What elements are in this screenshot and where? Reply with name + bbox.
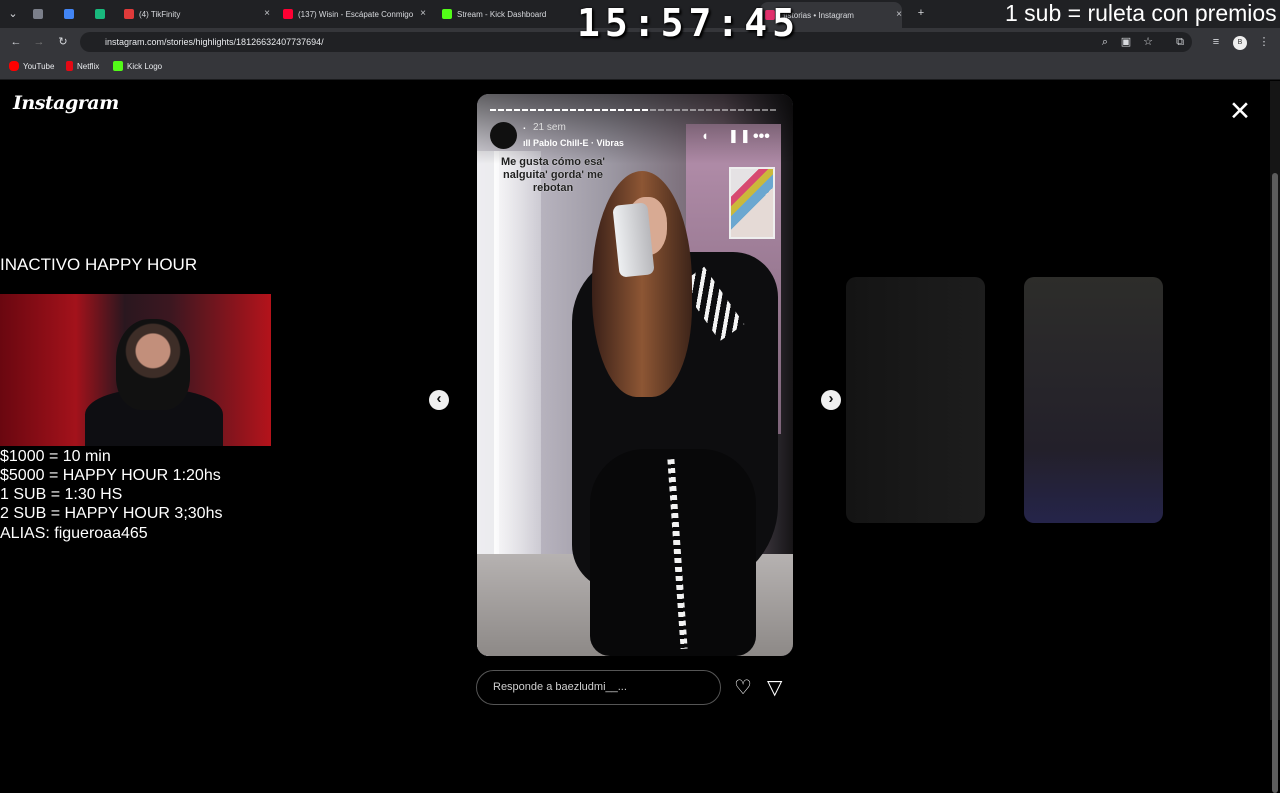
instagram-story-viewer[interactable]: . 21 sem ıll Pablo Chill-E · Vibras ◖ ❚❚… xyxy=(477,94,793,656)
tab-favicon xyxy=(283,9,293,19)
address-text: instagram.com/stories/highlights/1812663… xyxy=(105,37,324,47)
close-tab-icon[interactable]: × xyxy=(420,8,426,19)
happy-hour-status: INACTIVO HAPPY HOUR xyxy=(0,255,198,274)
story-phone xyxy=(612,202,655,278)
volume-icon[interactable]: ◖ xyxy=(701,128,709,143)
tab-2[interactable] xyxy=(64,4,84,24)
bookmarks-bar xyxy=(0,56,1280,80)
avatar[interactable] xyxy=(490,122,517,149)
install-app-icon[interactable]: ▣ xyxy=(1119,35,1133,49)
netflix-icon xyxy=(66,61,73,71)
tab-label: (4) TikFinity xyxy=(139,9,181,19)
streamer-webcam xyxy=(0,294,271,446)
music-track: Pablo Chill-E · Vibras xyxy=(533,138,624,148)
bookmark-star-icon[interactable]: ☆ xyxy=(1141,35,1155,49)
tab-favicon xyxy=(124,9,134,19)
streamer-face xyxy=(116,319,190,410)
story-reply-input[interactable]: Responde a baezludmi__... xyxy=(476,670,721,705)
donation-rule: 1 SUB = 1:30 HS xyxy=(0,486,123,503)
kick-icon xyxy=(113,61,123,71)
reload-icon[interactable]: ↻ xyxy=(55,35,71,49)
next-story-preview[interactable] xyxy=(846,277,985,523)
close-tab-icon[interactable]: × xyxy=(896,9,902,20)
tab-label: Stream - Kick Dashboard xyxy=(457,9,547,19)
page-scrollbar[interactable] xyxy=(1270,81,1280,793)
youtube-icon xyxy=(9,61,19,71)
tab-favicon xyxy=(442,9,452,19)
story-age: 21 sem xyxy=(533,122,566,133)
scrollbar-thumb[interactable] xyxy=(1272,173,1278,793)
bookmark-label: YouTube xyxy=(23,61,55,71)
forward-icon[interactable]: → xyxy=(31,35,47,49)
tab-favicon xyxy=(64,9,74,19)
close-icon[interactable]: × xyxy=(1228,93,1252,128)
donation-rule: 2 SUB = HAPPY HOUR 3;30hs xyxy=(0,505,223,522)
chevron-right-icon[interactable]: › xyxy=(821,390,841,410)
bookmark-kick[interactable]: Kick Logo xyxy=(113,61,162,71)
tab-3[interactable] xyxy=(95,4,115,24)
story-username[interactable]: . xyxy=(523,121,526,132)
story-music-label[interactable]: ıll Pablo Chill-E · Vibras xyxy=(523,138,624,148)
story-painting xyxy=(729,167,775,239)
subscription-promo-overlay: 1 sub = ruleta con premios xyxy=(1005,0,1277,26)
bookmark-label: Kick Logo xyxy=(127,61,163,71)
browser-menu-icon[interactable]: ⋮ xyxy=(1258,35,1270,49)
close-tab-icon[interactable]: × xyxy=(264,8,270,19)
send-icon[interactable]: ▽ xyxy=(767,678,782,698)
extensions-icon[interactable]: ⧉ xyxy=(1173,35,1187,49)
tab-favicon xyxy=(95,9,105,19)
more-icon[interactable]: ••• xyxy=(753,128,770,146)
next-story-preview[interactable] xyxy=(1024,277,1163,523)
media-control-icon[interactable]: ≡ xyxy=(1209,35,1223,49)
story-caption: Me gusta cómo esa' nalguita' gorda' me r… xyxy=(500,156,606,194)
tab-search-button[interactable]: ⌄ xyxy=(5,7,21,21)
zoom-icon[interactable]: ⌕ xyxy=(1098,35,1112,49)
tab-label: (137) Wisin - Escápate Conmigo xyxy=(298,9,414,19)
payment-alias: ALIAS: figueroaa465 xyxy=(0,525,148,542)
donation-rule: $5000 = HAPPY HOUR 1:20hs xyxy=(0,467,221,484)
donation-rule: $1000 = 10 min xyxy=(0,448,111,465)
chevron-left-icon[interactable]: ‹ xyxy=(429,390,449,410)
tab-tikfinity[interactable]: (4) TikFinity × xyxy=(124,4,270,24)
bookmark-youtube[interactable]: YouTube xyxy=(9,61,54,71)
tab-favicon xyxy=(33,9,43,19)
tab-youtube[interactable]: (137) Wisin - Escápate Conmigo × xyxy=(283,4,426,24)
instagram-logo[interactable]: Instagram xyxy=(13,92,119,114)
bookmark-netflix[interactable]: Netflix xyxy=(66,61,99,71)
bookmark-label: Netflix xyxy=(77,61,100,71)
pause-icon[interactable]: ❚❚ xyxy=(728,128,752,144)
stream-clock-overlay: 15:57:45 xyxy=(577,1,801,45)
tab-kick-dashboard[interactable]: Stream - Kick Dashboard xyxy=(442,4,572,24)
heart-icon[interactable]: ♡ xyxy=(734,678,752,698)
tab-1[interactable] xyxy=(33,4,53,24)
music-icon: ıll xyxy=(523,138,531,148)
profile-avatar-icon[interactable]: B xyxy=(1233,36,1247,50)
story-progress-fill xyxy=(490,109,648,111)
new-tab-button[interactable]: + xyxy=(915,6,927,20)
back-icon[interactable]: ← xyxy=(8,35,24,49)
